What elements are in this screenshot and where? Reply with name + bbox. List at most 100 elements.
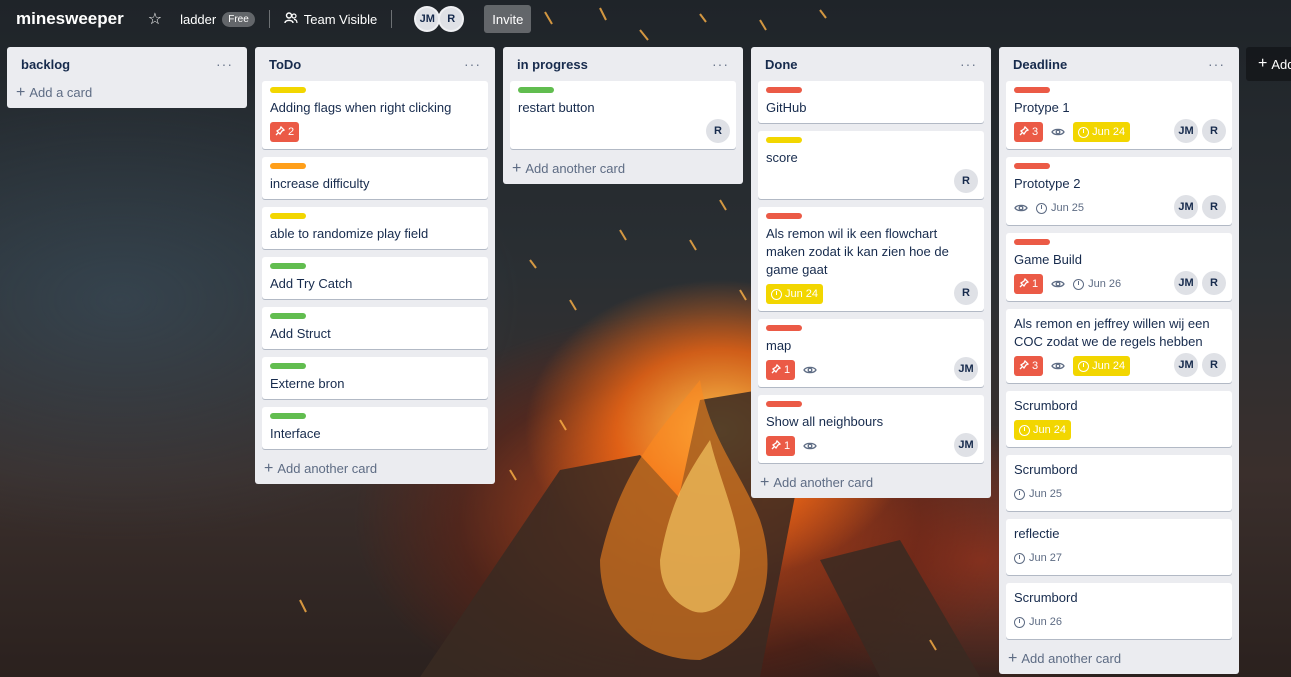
- add-card-label: Add another card: [1021, 651, 1122, 666]
- add-card-button[interactable]: + Add a card: [14, 81, 240, 100]
- card[interactable]: Als remon wil ik een flowchart maken zod…: [758, 207, 984, 311]
- card-title: Scrumbord: [1014, 398, 1078, 413]
- add-card-label: Add a card: [29, 85, 93, 100]
- avatar[interactable]: R: [706, 119, 730, 143]
- card-badges: [518, 121, 728, 143]
- card-label[interactable]: [270, 413, 306, 419]
- card-label[interactable]: [1014, 163, 1050, 169]
- card[interactable]: Scrumbord Jun 24: [1006, 391, 1232, 447]
- clock-icon: [1073, 278, 1085, 290]
- more-icon[interactable]: ···: [712, 56, 729, 72]
- card-label[interactable]: [270, 363, 306, 369]
- clock-icon: [1014, 616, 1025, 628]
- list-title[interactable]: Done: [765, 57, 798, 72]
- avatar[interactable]: JM: [1174, 353, 1198, 377]
- visibility-button[interactable]: Team Visible: [284, 12, 377, 27]
- plus-icon: +: [16, 83, 26, 101]
- avatar[interactable]: R: [1202, 271, 1226, 295]
- clock-icon: [1014, 552, 1025, 564]
- avatar[interactable]: R: [1202, 353, 1226, 377]
- card-label[interactable]: [766, 325, 802, 331]
- card-label[interactable]: [518, 87, 554, 93]
- star-icon[interactable]: ☆: [148, 9, 162, 29]
- card-badges: Jun 24: [1014, 419, 1224, 441]
- workspace-button[interactable]: ladder Free: [180, 11, 255, 27]
- card[interactable]: Adding flags when right clicking 2: [262, 81, 488, 149]
- avatar[interactable]: R: [954, 169, 978, 193]
- eye-icon: [803, 441, 817, 451]
- card-title: Protype 1: [1014, 100, 1070, 115]
- card-label[interactable]: [270, 313, 306, 319]
- add-card-button[interactable]: + Add another card: [510, 157, 736, 176]
- more-icon[interactable]: ···: [1208, 56, 1225, 72]
- visibility-label: Team Visible: [303, 11, 378, 27]
- card[interactable]: score R: [758, 131, 984, 199]
- add-card-button[interactable]: + Add another card: [1006, 647, 1232, 666]
- more-icon[interactable]: ···: [464, 56, 481, 72]
- card[interactable]: Externe bron: [262, 357, 488, 399]
- add-list-button[interactable]: + Add: [1246, 47, 1291, 81]
- card-label[interactable]: [766, 213, 802, 219]
- card-members: JM: [954, 433, 978, 457]
- card[interactable]: able to randomize play field: [262, 207, 488, 249]
- card[interactable]: Als remon en jeffrey willen wij een COC …: [1006, 309, 1232, 383]
- list-title[interactable]: backlog: [21, 57, 70, 72]
- card-title: reflectie: [1014, 526, 1060, 541]
- card-label[interactable]: [270, 263, 306, 269]
- avatar[interactable]: JM: [1174, 119, 1198, 143]
- card-label[interactable]: [1014, 239, 1050, 245]
- card-title: map: [766, 338, 792, 353]
- avatar[interactable]: JM: [954, 357, 978, 381]
- card[interactable]: Prototype 2 Jun 25 JM R: [1006, 157, 1232, 225]
- free-badge: Free: [222, 11, 255, 27]
- list-title[interactable]: in progress: [517, 57, 588, 72]
- card[interactable]: Add Struct: [262, 307, 488, 349]
- card[interactable]: Protype 1 3 Jun 24 JM R: [1006, 81, 1232, 149]
- add-list-label: Add: [1271, 56, 1291, 72]
- board-title[interactable]: minesweeper: [16, 9, 124, 29]
- checklist-count: 1: [784, 364, 791, 376]
- card[interactable]: Show all neighbours 1 JM: [758, 395, 984, 463]
- card[interactable]: Game Build 1 Jun 26 JM R: [1006, 233, 1232, 301]
- card-badges: [766, 171, 976, 193]
- card-members: JM: [954, 357, 978, 381]
- card[interactable]: Scrumbord Jun 26: [1006, 583, 1232, 639]
- avatar[interactable]: R: [1202, 119, 1226, 143]
- card[interactable]: Add Try Catch: [262, 257, 488, 299]
- card[interactable]: GitHub: [758, 81, 984, 123]
- card[interactable]: Scrumbord Jun 25: [1006, 455, 1232, 511]
- avatar[interactable]: R: [954, 281, 978, 305]
- card-title: Game Build: [1014, 252, 1082, 267]
- card[interactable]: increase difficulty: [262, 157, 488, 199]
- due-date: Jun 25: [1029, 488, 1063, 500]
- avatar[interactable]: R: [438, 6, 465, 32]
- card[interactable]: map 1 JM: [758, 319, 984, 387]
- invite-button[interactable]: Invite: [484, 5, 532, 33]
- avatar[interactable]: JM: [1174, 195, 1198, 219]
- card[interactable]: Interface: [262, 407, 488, 449]
- card-label[interactable]: [270, 163, 306, 169]
- more-icon[interactable]: ···: [216, 56, 233, 72]
- card-label[interactable]: [270, 213, 306, 219]
- plus-icon: +: [1258, 55, 1268, 72]
- avatar[interactable]: JM: [1174, 271, 1198, 295]
- avatar[interactable]: JM: [954, 433, 978, 457]
- add-card-button[interactable]: + Add another card: [758, 471, 984, 490]
- add-card-button[interactable]: + Add another card: [262, 457, 488, 476]
- card-label[interactable]: [270, 87, 306, 93]
- card-label[interactable]: [1014, 87, 1050, 93]
- list-title[interactable]: ToDo: [269, 57, 301, 72]
- avatar[interactable]: R: [1202, 195, 1226, 219]
- card[interactable]: reflectie Jun 27: [1006, 519, 1232, 575]
- card-members: R: [954, 281, 978, 305]
- card-label[interactable]: [766, 401, 802, 407]
- card-label[interactable]: [766, 137, 802, 143]
- card-label[interactable]: [766, 87, 802, 93]
- card-members: JM R: [1174, 195, 1226, 219]
- clock-icon: [1078, 360, 1090, 372]
- list-title[interactable]: Deadline: [1013, 57, 1067, 72]
- more-icon[interactable]: ···: [960, 56, 977, 72]
- avatar[interactable]: JM: [414, 6, 441, 32]
- due-date-badge: Jun 24: [1073, 356, 1131, 376]
- card[interactable]: restart button R: [510, 81, 736, 149]
